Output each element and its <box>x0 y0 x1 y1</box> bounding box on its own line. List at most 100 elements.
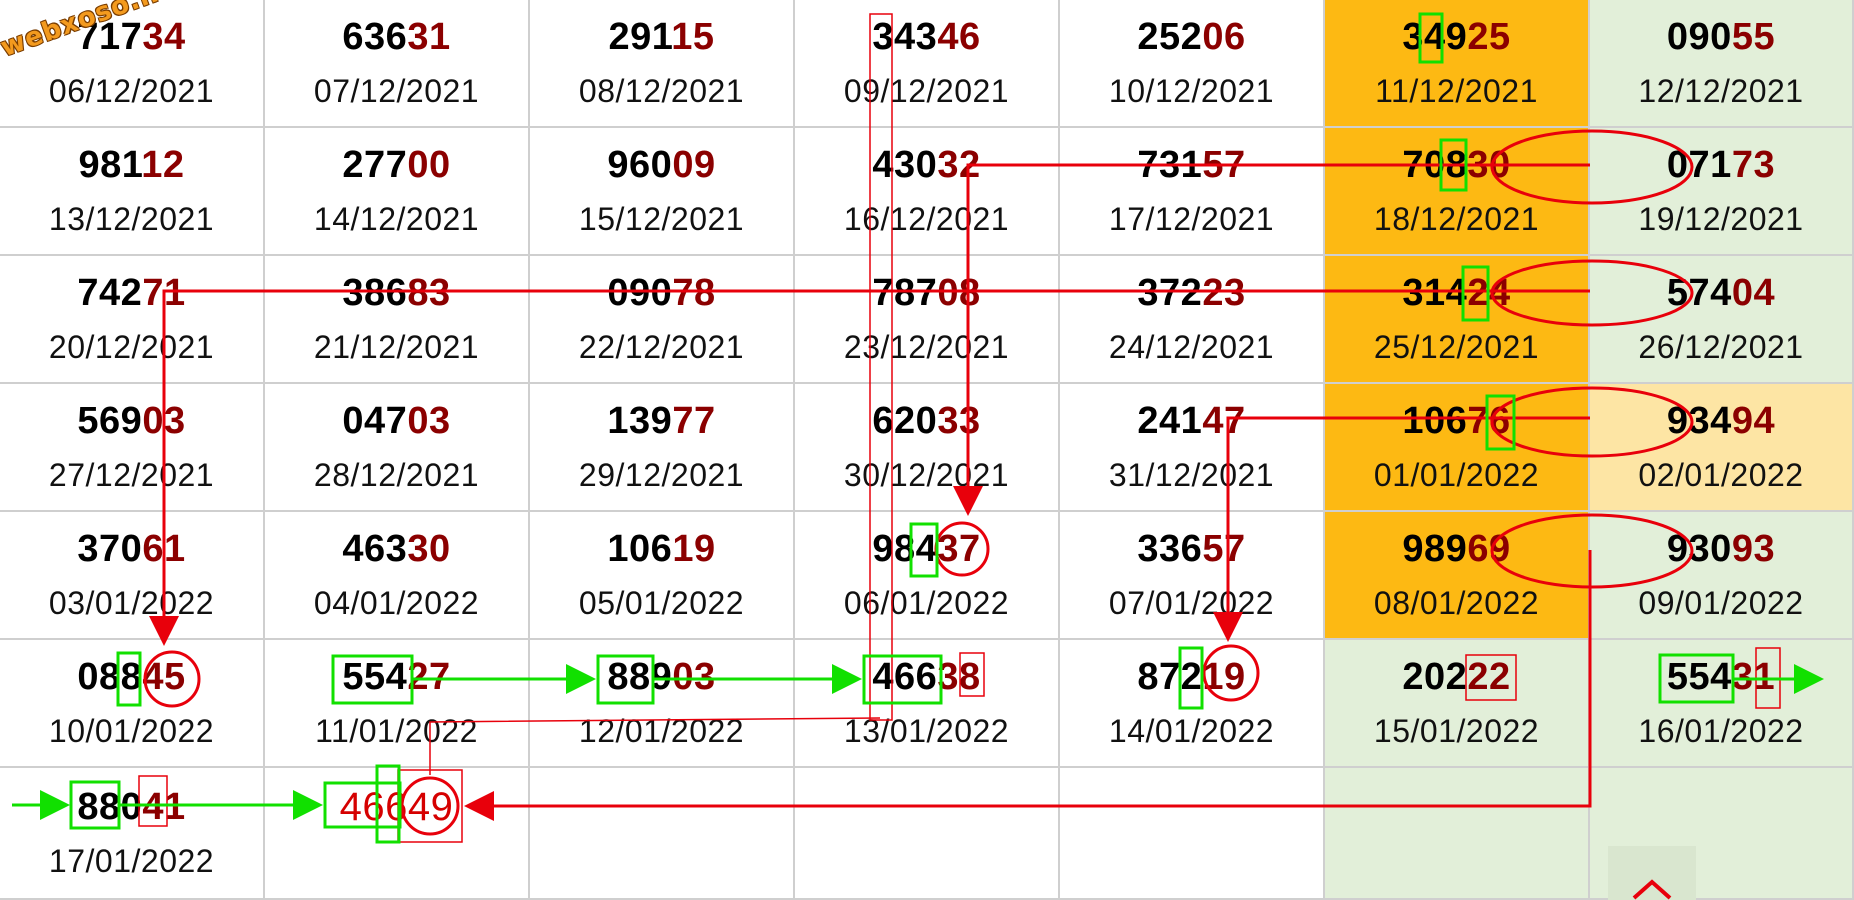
result-cell: 93093 09/01/2022 <box>1590 512 1854 640</box>
result-date: 19/12/2021 <box>1638 201 1804 237</box>
result-cell: 04703 28/12/2021 <box>265 384 530 512</box>
result-date: 31/12/2021 <box>1108 457 1275 493</box>
result-cell: 34925 11/12/2021 <box>1325 0 1590 128</box>
result-number: 55427 <box>342 655 450 699</box>
result-number-prefix: 889 <box>607 656 673 698</box>
result-number-suffix: 94 <box>1731 400 1776 442</box>
result-cell <box>795 768 1060 900</box>
result-number-prefix: 090 <box>607 272 673 314</box>
result-date: 12/01/2022 <box>578 713 745 749</box>
result-number-suffix: 24 <box>1467 272 1511 314</box>
result-cell <box>1060 768 1325 900</box>
result-date: 16/01/2022 <box>1638 713 1804 749</box>
result-number-suffix: 19 <box>1202 656 1246 698</box>
result-number: 10619 <box>607 527 715 571</box>
result-number: 78708 <box>872 271 980 315</box>
result-number-suffix: 23 <box>1202 272 1246 314</box>
result-cell: 62033 30/12/2021 <box>795 384 1060 512</box>
chevron-up-icon <box>1632 879 1672 900</box>
result-number: 31424 <box>1402 271 1510 315</box>
result-date: 22/12/2021 <box>578 329 745 365</box>
result-date: 12/12/2021 <box>1638 73 1804 109</box>
result-number-prefix: 090 <box>1666 16 1732 58</box>
result-number: 46638 <box>872 655 980 699</box>
result-number-suffix: 31 <box>1731 656 1776 698</box>
result-number-prefix: 930 <box>1666 528 1732 570</box>
result-number-suffix: 09 <box>672 144 716 186</box>
result-cell <box>1325 768 1590 900</box>
result-number-suffix: 78 <box>672 272 716 314</box>
result-number-suffix: 31 <box>407 16 451 58</box>
result-number-prefix: 314 <box>1402 272 1468 314</box>
result-number-prefix: 554 <box>1666 656 1732 698</box>
result-number-prefix: 277 <box>342 144 408 186</box>
result-number-suffix: 37 <box>937 528 981 570</box>
result-cell: 73157 17/12/2021 <box>1060 128 1325 256</box>
result-date: 10/12/2021 <box>1108 73 1275 109</box>
result-cell: 88903 12/01/2022 <box>530 640 795 768</box>
result-number-prefix: 731 <box>1137 144 1203 186</box>
result-number-prefix: 071 <box>1666 144 1732 186</box>
result-number: 88041 <box>77 785 185 829</box>
result-date: 18/12/2021 <box>1373 201 1540 237</box>
result-cell: 08845 10/01/2022 <box>0 640 265 768</box>
result-number-suffix: 12 <box>141 144 185 186</box>
result-number-prefix: 880 <box>77 786 143 828</box>
result-cell: 20222 15/01/2022 <box>1325 640 1590 768</box>
result-cell: 56903 27/12/2021 <box>0 384 265 512</box>
result-number: 25206 <box>1137 15 1245 59</box>
result-number-prefix: 984 <box>872 528 938 570</box>
result-cell: 74271 20/12/2021 <box>0 256 265 384</box>
result-number: 57404 <box>1667 271 1775 315</box>
result-number-prefix: 202 <box>1402 656 1468 698</box>
result-date: 14/12/2021 <box>313 201 480 237</box>
result-cell: 38683 21/12/2021 <box>265 256 530 384</box>
result-date: 14/01/2022 <box>1108 713 1275 749</box>
result-number: 09055 <box>1667 15 1775 59</box>
result-cell: 25206 10/12/2021 <box>1060 0 1325 128</box>
date-spacer <box>392 841 401 881</box>
result-date: 30/12/2021 <box>843 457 1010 493</box>
result-number: 87219 <box>1137 655 1245 699</box>
result-date: 20/12/2021 <box>48 329 215 365</box>
result-cell: 93494 02/01/2022 <box>1590 384 1854 512</box>
result-number: 55431 <box>1667 655 1775 699</box>
result-number: 10676 <box>1402 399 1510 443</box>
result-number: 37223 <box>1137 271 1245 315</box>
result-number-prefix: 981 <box>78 144 142 186</box>
result-number: 46330 <box>342 527 450 571</box>
scroll-to-top-button[interactable] <box>1608 846 1696 900</box>
result-date: 09/01/2022 <box>1638 585 1804 621</box>
result-number: 93093 <box>1667 527 1775 571</box>
result-date: 15/12/2021 <box>578 201 745 237</box>
result-number-suffix: 19 <box>672 528 716 570</box>
result-date: 04/01/2022 <box>313 585 480 621</box>
result-cell: 10676 01/01/2022 <box>1325 384 1590 512</box>
result-number: 24147 <box>1137 399 1245 443</box>
result-cell: 46649 <box>265 768 530 900</box>
result-number-suffix: 03 <box>407 400 451 442</box>
result-date: 08/01/2022 <box>1373 585 1540 621</box>
result-number-suffix: 15 <box>671 16 715 58</box>
result-number-suffix: 25 <box>1467 16 1511 58</box>
result-cell: 87219 14/01/2022 <box>1060 640 1325 768</box>
result-number-suffix: 61 <box>142 528 186 570</box>
result-date: 02/01/2022 <box>1638 457 1804 493</box>
result-number-prefix: 106 <box>607 528 673 570</box>
result-number-suffix: 33 <box>937 400 981 442</box>
result-number: 93494 <box>1667 399 1775 443</box>
result-cell: 55431 16/01/2022 <box>1590 640 1854 768</box>
result-number-prefix: 139 <box>607 400 673 442</box>
result-cell: 29115 08/12/2021 <box>530 0 795 128</box>
result-cell: 37223 24/12/2021 <box>1060 256 1325 384</box>
result-number-prefix: 047 <box>342 400 408 442</box>
result-cell: 98112 13/12/2021 <box>0 128 265 256</box>
result-number-prefix: 466 <box>872 656 938 698</box>
result-number: 88903 <box>607 655 715 699</box>
result-number: 98437 <box>872 527 980 571</box>
result-number-suffix: 04 <box>1731 272 1776 314</box>
result-cell: 24147 31/12/2021 <box>1060 384 1325 512</box>
result-cell: 98969 08/01/2022 <box>1325 512 1590 640</box>
result-number-suffix: 45 <box>142 656 186 698</box>
result-number-prefix: 574 <box>1666 272 1732 314</box>
